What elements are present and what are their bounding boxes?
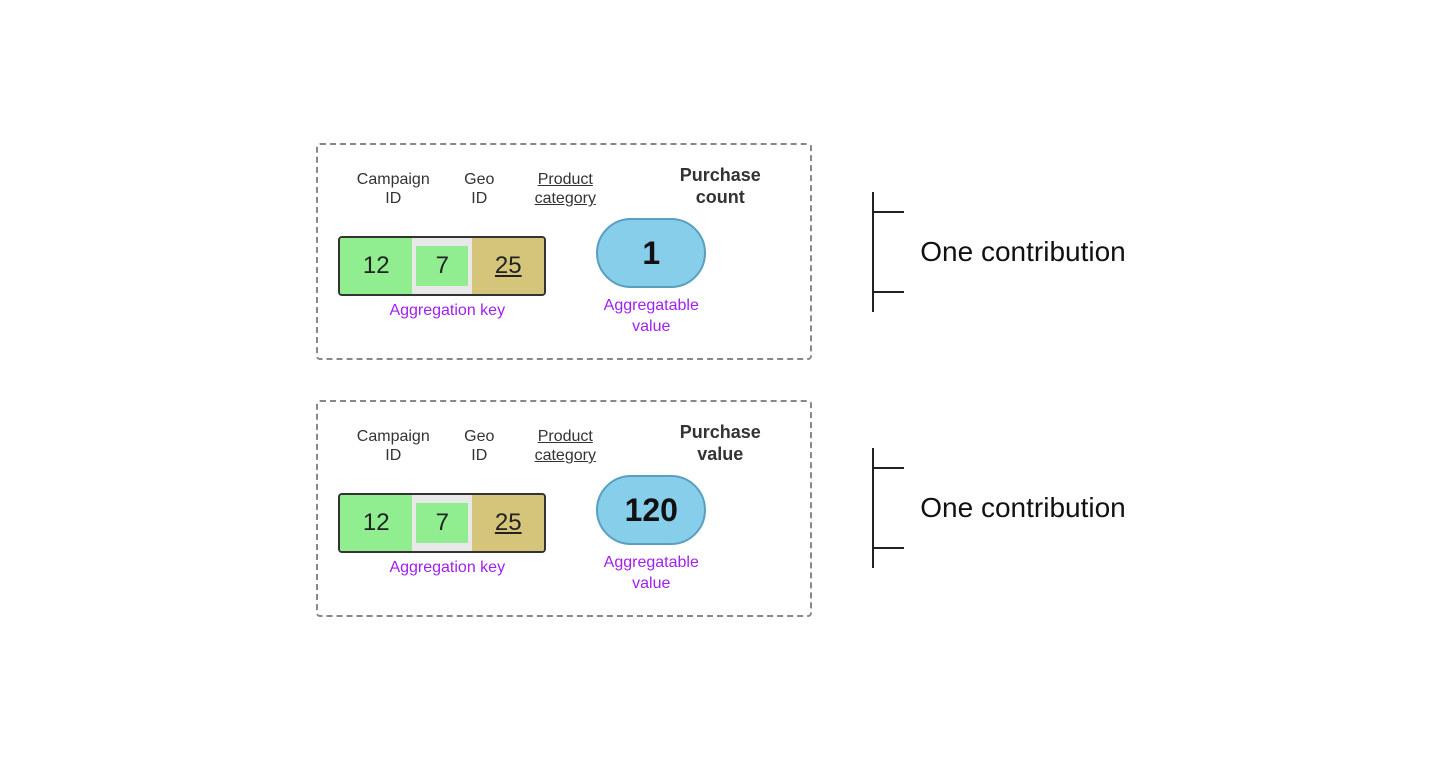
bracket-1 xyxy=(872,192,904,312)
product-cell-2: 25 xyxy=(472,493,544,553)
aggregatable-area-1: 1 Aggregatablevalue xyxy=(596,218,706,338)
aggregatable-area-2: 120 Aggregatablevalue xyxy=(596,475,706,595)
contribution-block-1: CampaignID GeoID Productcategory Purchas… xyxy=(316,143,1125,360)
geo-inner-2: 7 xyxy=(416,503,468,543)
bracket-2 xyxy=(872,448,904,568)
campaign-cell-1: 12 xyxy=(340,236,412,296)
aggregation-key-label-2: Aggregation key xyxy=(343,559,551,577)
main-container: CampaignID GeoID Productcategory Purchas… xyxy=(286,113,1155,647)
aggregation-key-box-2: 12 7 25 xyxy=(338,493,546,553)
campaign-id-header-2: CampaignID xyxy=(348,427,438,465)
purchase-value-header-2: Purchasevalue xyxy=(660,422,780,465)
product-category-header-1: Productcategory xyxy=(520,170,610,208)
campaign-cell-2: 12 xyxy=(340,493,412,553)
contribution-label-area-1: One contribution xyxy=(872,192,1125,312)
geo-id-header-2: GeoID xyxy=(444,427,514,465)
dashed-region-1: CampaignID GeoID Productcategory Purchas… xyxy=(316,143,812,360)
aggregatable-label-2: Aggregatablevalue xyxy=(604,553,699,595)
contribution-block-2: CampaignID GeoID Productcategory Purchas… xyxy=(316,400,1125,617)
product-cell-1: 25 xyxy=(472,236,544,296)
contribution-label-area-2: One contribution xyxy=(872,448,1125,568)
geo-cell-2: 7 xyxy=(412,493,472,553)
dashed-region-2: CampaignID GeoID Productcategory Purchas… xyxy=(316,400,812,617)
aggregation-key-box-1: 12 7 25 xyxy=(338,236,546,296)
aggregation-key-label-1: Aggregation key xyxy=(343,302,551,320)
contribution-text-2: One contribution xyxy=(920,492,1125,524)
aggregatable-label-1: Aggregatablevalue xyxy=(604,296,699,338)
geo-id-header-1: GeoID xyxy=(444,170,514,208)
purchase-count-header-1: Purchasecount xyxy=(660,165,780,208)
geo-inner-1: 7 xyxy=(416,246,468,286)
product-category-header-2: Productcategory xyxy=(520,427,610,465)
campaign-id-header-1: CampaignID xyxy=(348,170,438,208)
contribution-text-1: One contribution xyxy=(920,236,1125,268)
aggregatable-oval-2: 120 xyxy=(596,475,706,545)
aggregatable-oval-1: 1 xyxy=(596,218,706,288)
geo-cell-1: 7 xyxy=(412,236,472,296)
